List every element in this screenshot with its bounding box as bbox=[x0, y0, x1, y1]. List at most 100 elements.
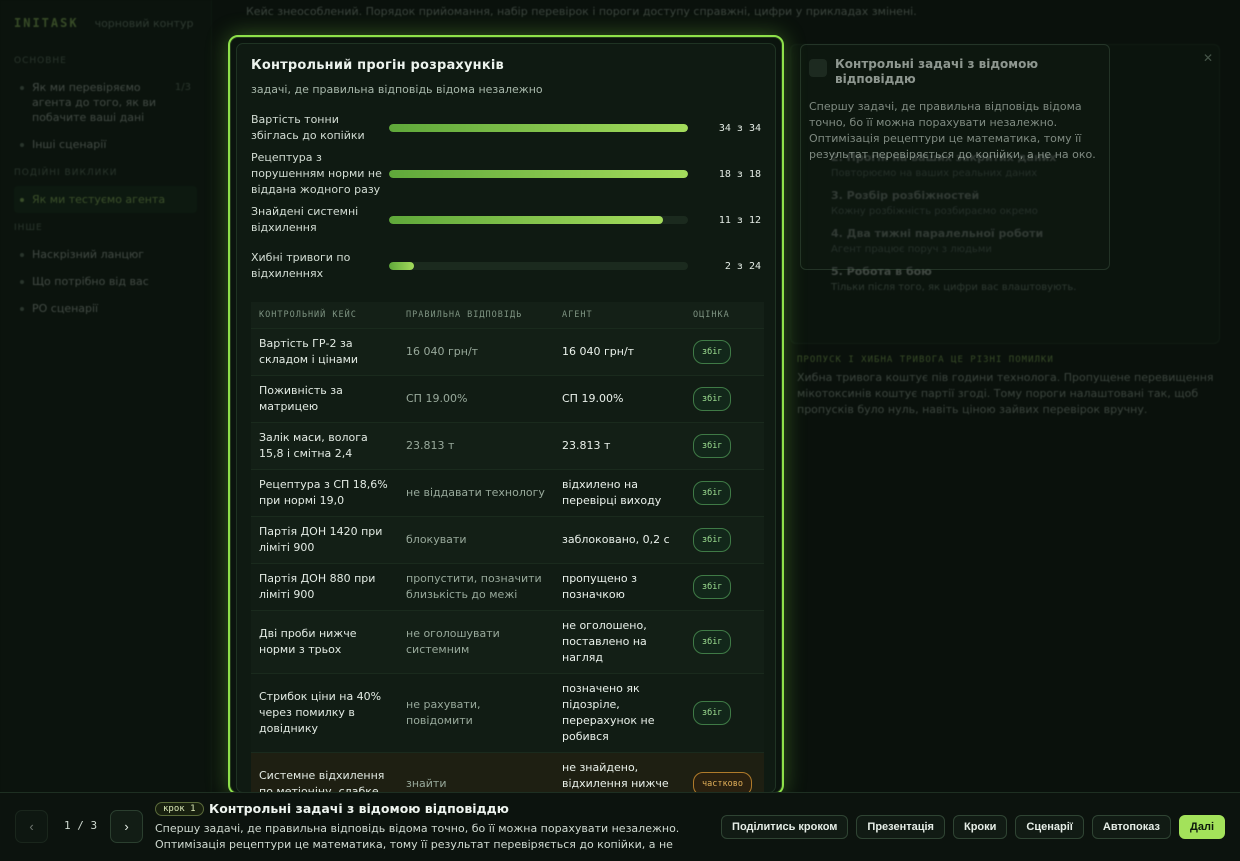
sidebar-item-label: Як ми перевіряємо агента до того, як ви … bbox=[32, 81, 156, 124]
metric-row: Хибні тривоги по відхиленнях 2 з 24 bbox=[251, 246, 761, 286]
grade-cell: збіг bbox=[685, 609, 764, 673]
control-run-panel: Контрольний прогін розрахунків задачі, д… bbox=[236, 43, 776, 793]
agent-cell: 16 040 грн/т bbox=[554, 327, 685, 375]
grade-badge: збіг bbox=[693, 574, 732, 599]
table-row: Залік маси, волога 15,8 і смітна 2,4 23.8… bbox=[251, 421, 764, 469]
case-cell: Дві проби нижче норми з трьох bbox=[251, 609, 398, 673]
grade-cell: збіг bbox=[685, 515, 764, 563]
sidebar-item-label: PO сценарії bbox=[32, 302, 99, 315]
grade-badge: збіг bbox=[693, 433, 732, 458]
agent-cell: 23.813 т bbox=[554, 421, 685, 469]
metric-label: Вартість тонни збіглась до копійки bbox=[251, 113, 365, 142]
grade-badge: збіг bbox=[693, 700, 732, 725]
presentation-button[interactable]: Презентація bbox=[856, 815, 945, 839]
answer-cell: не рахувати, повідомити bbox=[398, 672, 554, 752]
answer-cell: 16 040 грн/т bbox=[398, 327, 554, 375]
agent-cell: пропущено з позначкою bbox=[554, 562, 685, 610]
sidebar-item-label: Що потрібно від вас bbox=[32, 275, 149, 288]
case-cell: Стрибок ціни на 40% через помилку в дові… bbox=[251, 672, 398, 752]
bottom-bar: ‹ 1 / 3 › крок 1 Контрольні задачі з від… bbox=[0, 792, 1240, 861]
sidebar-item[interactable]: Як ми перевіряємо агента до того, як ви … bbox=[14, 74, 197, 131]
sidebar-section-title: ПОДІЙНІ ВИКЛИКИ bbox=[14, 168, 118, 178]
answer-cell: знайти bbox=[398, 751, 554, 792]
agent-cell: СП 19.00% bbox=[554, 374, 685, 422]
grade-cell: частково bbox=[685, 751, 764, 792]
table-row: Системне відхилення по метіоніну, слабке… bbox=[251, 751, 764, 792]
metric-count: 11 з 12 bbox=[718, 214, 761, 226]
step-number-icon bbox=[809, 59, 827, 77]
page-indicator: 1 / 3 bbox=[64, 819, 98, 832]
grade-badge: збіг bbox=[693, 339, 732, 364]
sidebar-sections: ОСНОВНЕ Як ми перевіряємо агента до того,… bbox=[14, 56, 197, 322]
table-row: Стрибок ціни на 40% через помилку в дові… bbox=[251, 672, 764, 752]
step-detail-card: Контрольні задачі з відомою відповіддю ✕… bbox=[800, 44, 1213, 270]
table-row: Рецептура з СП 18,6% при нормі 19,0 не ві… bbox=[251, 468, 764, 516]
autoplay-button[interactable]: Автопоказ bbox=[1091, 815, 1171, 839]
progress-bar-fill bbox=[389, 170, 688, 178]
grade-badge: збіг bbox=[693, 527, 732, 552]
answer-cell: СП 19.00% bbox=[398, 374, 554, 422]
bullet-icon bbox=[20, 198, 24, 202]
metric-count: 18 з 18 bbox=[718, 168, 761, 180]
sidebar-item[interactable]: Наскрізний ланцюг bbox=[14, 241, 197, 268]
agent-cell: відхилено на перевірці виходу bbox=[554, 468, 685, 516]
case-cell: Системне відхилення по метіоніну, слабке bbox=[251, 751, 398, 792]
agent-cell: заблоковано, 0,2 с bbox=[554, 515, 685, 563]
control-cases-table: КОНТРОЛЬНИЙ КЕЙС ПРАВИЛЬНА ВІДПОВІДЬ АГЕ… bbox=[251, 302, 764, 792]
answer-cell: 23.813 т bbox=[398, 421, 554, 469]
prev-step-button[interactable]: ‹ bbox=[15, 810, 48, 843]
bullet-icon bbox=[20, 280, 24, 284]
bullet-icon bbox=[20, 253, 24, 257]
share-step-button[interactable]: Поділитись кроком bbox=[721, 815, 849, 839]
sidebar-section-title: ІНШЕ bbox=[14, 223, 43, 233]
modal-subtitle: задачі, де правильна відповідь відома не… bbox=[251, 83, 543, 96]
next-button[interactable]: Далі bbox=[1179, 815, 1225, 839]
sidebar: INITASK чорновий контур ОСНОВНЕ Як ми пер… bbox=[0, 0, 212, 861]
case-cell: Партія ДОН 1420 при ліміті 900 bbox=[251, 515, 398, 563]
header-answer: ПРАВИЛЬНА ВІДПОВІДЬ bbox=[398, 302, 554, 328]
bullet-icon bbox=[20, 307, 24, 311]
metric-row: Вартість тонни збіглась до копійки 34 з 3… bbox=[251, 108, 761, 148]
bullet-icon bbox=[20, 143, 24, 147]
header-agent: АГЕНТ bbox=[554, 302, 685, 328]
answer-cell: блокувати bbox=[398, 515, 554, 563]
progress-bar-fill bbox=[389, 216, 664, 224]
sidebar-item[interactable]: PO сценарії bbox=[14, 295, 197, 322]
step-title: Контрольні задачі з відомою відповіддю bbox=[209, 801, 509, 816]
agent-cell: позначено як підозріле, перерахунок не р… bbox=[554, 672, 685, 752]
scenarios-button[interactable]: Сценарії bbox=[1015, 815, 1084, 839]
answer-cell: не оголошувати системним bbox=[398, 609, 554, 673]
agent-cell: не оголошено, поставлено на нагляд bbox=[554, 609, 685, 673]
agent-cell: не знайдено, відхилення нижче порогу bbox=[554, 751, 685, 792]
next-step-button[interactable]: › bbox=[110, 810, 143, 843]
action-buttons: Поділитись кроком Презентація Кроки Сцен… bbox=[721, 815, 1225, 839]
sidebar-item[interactable]: Інші сценарії bbox=[14, 131, 197, 158]
bullet-icon bbox=[20, 86, 24, 90]
answer-cell: не віддавати технологу bbox=[398, 468, 554, 516]
table-row: Дві проби нижче норми з трьох не оголошув… bbox=[251, 609, 764, 673]
sidebar-item-count: 1/3 bbox=[174, 82, 191, 93]
grade-cell: збіг bbox=[685, 374, 764, 422]
metric-count: 34 з 34 bbox=[718, 122, 761, 134]
grade-cell: збіг bbox=[685, 468, 764, 516]
grade-badge: частково bbox=[693, 771, 752, 792]
metric-row: Рецептура з порушенням норми не віддана … bbox=[251, 151, 761, 196]
sidebar-item[interactable]: Як ми тестуємо агента bbox=[14, 186, 197, 213]
metric-label: Хибні тривоги по відхиленнях bbox=[251, 251, 351, 280]
control-run-modal: Контрольний прогін розрахунків задачі, д… bbox=[228, 35, 784, 795]
steps-button[interactable]: Кроки bbox=[952, 815, 1008, 839]
step-detail-title: Контрольні задачі з відомою відповіддю bbox=[835, 57, 1038, 86]
metric-label: Рецептура з порушенням норми не віддана … bbox=[251, 151, 382, 196]
table-header-row: КОНТРОЛЬНИЙ КЕЙС ПРАВИЛЬНА ВІДПОВІДЬ АГЕ… bbox=[251, 302, 764, 328]
grade-badge: збіг bbox=[693, 629, 732, 654]
progress-bar bbox=[389, 262, 688, 270]
header-case: КОНТРОЛЬНИЙ КЕЙС bbox=[251, 302, 398, 328]
metric-count: 2 з 24 bbox=[724, 260, 761, 272]
case-cell: Вартість ГР-2 за складом і цінами bbox=[251, 327, 398, 375]
table-row: Вартість ГР-2 за складом і цінами 16 040 … bbox=[251, 327, 764, 375]
sidebar-section-title: ОСНОВНЕ bbox=[14, 56, 67, 66]
sidebar-item[interactable]: Що потрібно від вас bbox=[14, 268, 197, 295]
grade-cell: збіг bbox=[685, 327, 764, 375]
close-icon[interactable]: ✕ bbox=[1203, 51, 1213, 65]
top-note: Кейс знеособлений. Порядок прийомання, н… bbox=[246, 5, 917, 18]
